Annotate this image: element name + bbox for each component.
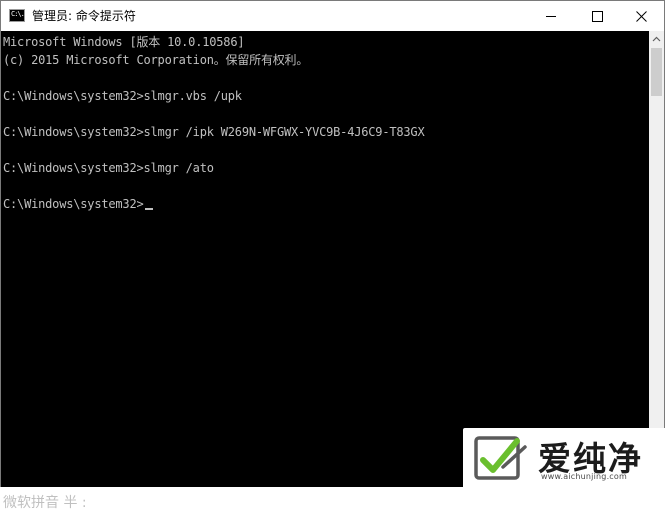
console-lines: Microsoft Windows [版本 10.0.10586] (c) 20… — [3, 33, 425, 213]
vertical-scrollbar[interactable] — [649, 31, 664, 487]
scroll-up-arrow-icon — [652, 36, 661, 42]
scroll-up-button[interactable] — [649, 31, 664, 47]
close-icon — [635, 10, 647, 22]
console-line: C:\Windows\system32>slmgr /ipk W269N-WFG… — [3, 125, 425, 139]
maximize-button[interactable] — [574, 1, 620, 31]
maximize-icon — [591, 10, 603, 22]
console-line: C:\Windows\system32>slmgr.vbs /upk — [3, 89, 242, 103]
console-prompt: C:\Windows\system32> — [3, 197, 144, 211]
ime-status-bar: 微软拼音 半 : — [3, 495, 87, 511]
watermark-url: www.aichunjing.com — [541, 472, 627, 481]
console-output[interactable]: Microsoft Windows [版本 10.0.10586] (c) 20… — [1, 31, 649, 511]
console-line: (c) 2015 Microsoft Corporation。保留所有权利。 — [3, 53, 309, 67]
minimize-icon — [545, 15, 556, 17]
title-bar[interactable]: C:\. 管理员: 命令提示符 — [1, 1, 664, 31]
cmd-window: C:\. 管理员: 命令提示符 Microsoft Windows [版本 10… — [0, 0, 665, 511]
watermark: 爱纯净 www.aichunjing.com — [463, 428, 665, 487]
cmd-app-icon[interactable]: C:\. — [9, 9, 25, 22]
console-prompt-line[interactable]: C:\Windows\system32> — [3, 195, 424, 213]
minimize-button[interactable] — [528, 1, 574, 31]
scrollbar-thumb[interactable] — [651, 48, 662, 96]
brand-logo-icon — [474, 436, 527, 480]
close-button[interactable] — [618, 1, 664, 31]
console-line: Microsoft Windows [版本 10.0.10586] — [3, 35, 245, 49]
text-cursor — [144, 208, 153, 210]
cmd-icon-glyph: C:\. — [11, 10, 25, 18]
console-line: C:\Windows\system32>slmgr /ato — [3, 161, 214, 175]
window-title: 管理员: 命令提示符 — [32, 9, 136, 23]
